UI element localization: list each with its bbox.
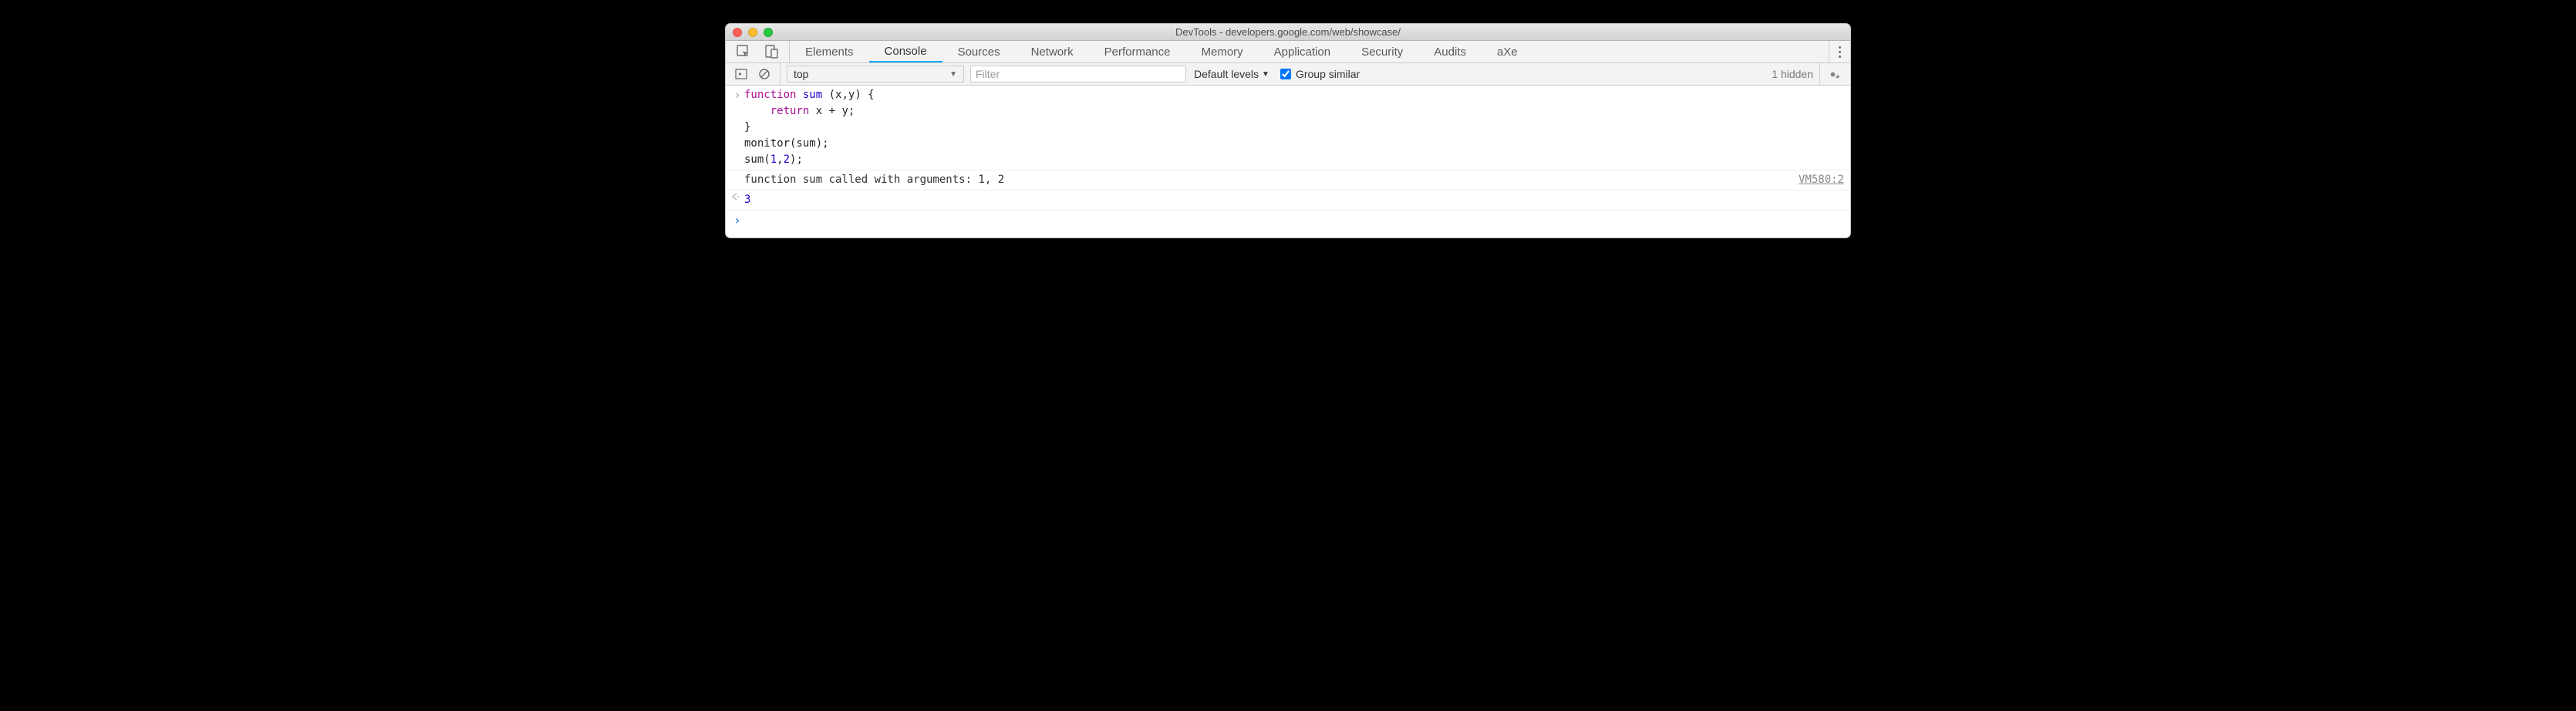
dropdown-triangle-icon: ▼: [949, 70, 957, 79]
filter-input[interactable]: Filter: [970, 66, 1186, 83]
device-toolbar-icon[interactable]: [764, 45, 778, 59]
input-marker-icon: [730, 87, 744, 168]
log-marker: [730, 172, 744, 188]
dropdown-triangle-icon: ▼: [1262, 70, 1269, 79]
tab-console[interactable]: Console: [869, 41, 942, 62]
tab-performance[interactable]: Performance: [1089, 41, 1186, 62]
hidden-messages-count[interactable]: 1 hidden: [1772, 68, 1819, 80]
tab-audits[interactable]: Audits: [1418, 41, 1482, 62]
gear-icon: [1826, 68, 1839, 81]
message-source-link[interactable]: VM580:2: [1789, 172, 1844, 188]
devtools-window: DevTools - developers.google.com/web/sho…: [725, 23, 1851, 238]
tab-elements[interactable]: Elements: [790, 41, 869, 62]
group-similar-checkbox[interactable]: Group similar: [1280, 68, 1360, 80]
tab-axe[interactable]: aXe: [1482, 41, 1533, 62]
console-prompt[interactable]: [726, 211, 1850, 238]
console-settings-button[interactable]: [1819, 63, 1846, 85]
tab-memory[interactable]: Memory: [1186, 41, 1259, 62]
log-level-selector[interactable]: Default levels ▼: [1194, 68, 1269, 80]
console-sidebar-toggle-icon[interactable]: [735, 68, 747, 80]
input-code: function sum (x,y) { return x + y; } mon…: [744, 87, 1844, 168]
console-input-echo: function sum (x,y) { return x + y; } mon…: [726, 86, 1850, 170]
tab-network[interactable]: Network: [1016, 41, 1089, 62]
tab-security[interactable]: Security: [1346, 41, 1418, 62]
filter-placeholder: Filter: [976, 68, 1000, 80]
panel-tabs: ElementsConsoleSourcesNetworkPerformance…: [790, 41, 1829, 62]
output-marker-icon: [730, 192, 744, 208]
log-message: function sum called with arguments: 1, 2: [744, 172, 1789, 188]
console-result-row: 3: [726, 190, 1850, 211]
console-toolbar: top ▼ Filter Default levels ▼ Group simi…: [726, 63, 1850, 86]
inspect-toolbar: [726, 41, 790, 62]
console-log-row: function sum called with arguments: 1, 2…: [726, 170, 1850, 190]
group-similar-input[interactable]: [1280, 69, 1291, 79]
context-label: top: [794, 68, 808, 80]
console-messages: function sum (x,y) { return x + y; } mon…: [726, 86, 1850, 238]
window-title: DevTools - developers.google.com/web/sho…: [726, 26, 1850, 38]
result-value: 3: [744, 192, 1844, 208]
levels-label: Default levels: [1194, 68, 1259, 80]
main-menu[interactable]: [1829, 41, 1850, 62]
tab-application[interactable]: Application: [1259, 41, 1346, 62]
titlebar: DevTools - developers.google.com/web/sho…: [726, 24, 1850, 41]
kebab-icon: [1839, 46, 1841, 58]
clear-console-icon[interactable]: [758, 68, 770, 80]
panel-tabstrip: ElementsConsoleSourcesNetworkPerformance…: [726, 41, 1850, 63]
tab-sources[interactable]: Sources: [942, 41, 1016, 62]
inspect-element-icon[interactable]: [737, 45, 750, 59]
prompt-input[interactable]: [744, 212, 1844, 230]
execution-context-selector[interactable]: top ▼: [787, 66, 964, 83]
group-similar-label: Group similar: [1296, 68, 1360, 80]
prompt-marker-icon: [730, 212, 744, 230]
